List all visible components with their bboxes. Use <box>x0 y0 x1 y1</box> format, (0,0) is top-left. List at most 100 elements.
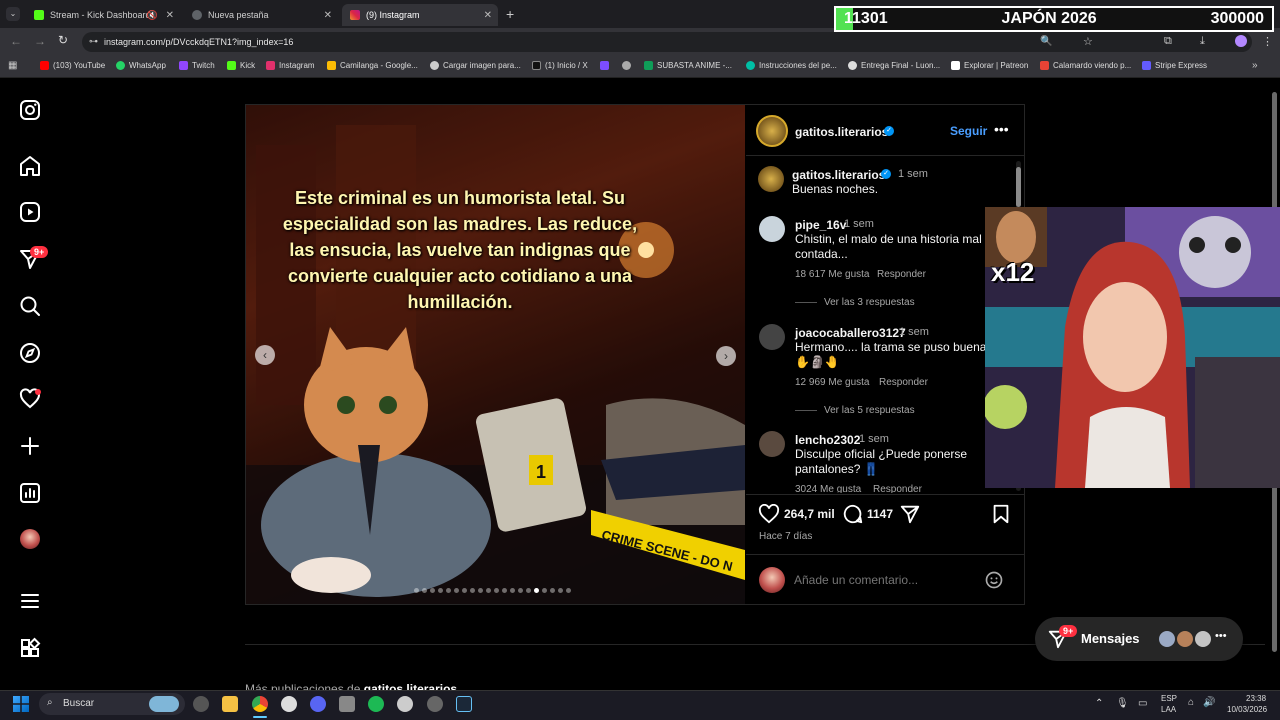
comment-username[interactable]: pipe_16v <box>795 218 846 232</box>
next-image-button[interactable]: › <box>716 346 736 366</box>
bookmark-upload-image[interactable]: Cargar imagen para... <box>430 61 521 70</box>
clock-time[interactable]: 23:38 <box>1246 694 1266 703</box>
instagram-logo-icon[interactable] <box>18 98 42 122</box>
mute-icon[interactable]: 🔇 <box>147 10 158 21</box>
input-language[interactable]: ESP <box>1161 694 1177 703</box>
apps-grid-icon[interactable]: ▦ <box>8 60 17 71</box>
bookmark-unnamed-globe[interactable] <box>622 61 631 70</box>
reply-button[interactable]: Responder <box>877 269 926 280</box>
comment-username[interactable]: joacocaballero3127 <box>795 326 906 340</box>
taskbar-app-icon[interactable] <box>339 696 355 712</box>
likes-count[interactable]: 264,7 mil <box>784 507 835 521</box>
tray-overflow-icon[interactable]: ⌃ <box>1095 698 1103 709</box>
bookmark-calamardo[interactable]: Calamardo viendo p... <box>1040 61 1131 70</box>
view-replies-button[interactable]: Ver las 5 respuestas <box>824 405 915 416</box>
reels-icon[interactable] <box>18 200 42 224</box>
author-comment-avatar[interactable] <box>758 166 784 192</box>
home-icon[interactable] <box>18 154 42 178</box>
bookmark-kick[interactable]: Kick <box>227 61 255 70</box>
monitor-icon[interactable]: ▭ <box>1138 698 1147 709</box>
comment-username[interactable]: lencho2302 <box>795 433 860 447</box>
author-username[interactable]: gatitos.literarios <box>795 125 888 139</box>
post-image[interactable]: 1 CRIME SCENE - DO N <box>246 105 745 604</box>
more-posts-username[interactable]: gatitos.literarios <box>364 682 457 690</box>
site-info-icon[interactable]: ⊶ <box>89 36 98 47</box>
close-tab-icon[interactable]: ✕ <box>324 10 332 21</box>
bookmark-entrega-final[interactable]: Entrega Final - Luon... <box>848 61 940 70</box>
comment-likes[interactable]: 18 617 Me gusta <box>795 269 870 280</box>
commenter-avatar[interactable] <box>759 324 785 350</box>
dashboard-icon[interactable] <box>18 481 42 505</box>
comment-bubble-icon[interactable] <box>842 503 864 525</box>
spotify-icon[interactable] <box>368 696 384 712</box>
view-replies-button[interactable]: Ver las 3 respuestas <box>824 297 915 308</box>
bookmark-patreon[interactable]: Explorar | Patreon <box>951 61 1028 70</box>
volume-icon[interactable]: 🔊 <box>1203 697 1215 708</box>
add-comment-input[interactable] <box>794 571 974 589</box>
search-icon[interactable] <box>18 294 42 318</box>
chrome-icon[interactable] <box>252 696 268 712</box>
comment-likes[interactable]: 3024 Me gusta <box>795 484 861 493</box>
copilot-icon[interactable] <box>193 696 209 712</box>
zoom-icon[interactable]: 🔍 <box>1040 36 1052 47</box>
microphone-icon[interactable]: 🎙 <box>1116 698 1129 709</box>
network-icon[interactable]: ⌂ <box>1188 697 1194 708</box>
tab-kick-dashboard[interactable]: Stream - Kick Dashboard 🔇 ✕ <box>26 4 180 26</box>
reply-button[interactable]: Responder <box>873 484 922 493</box>
bookmark-youtube[interactable]: (103) YouTube <box>40 61 105 70</box>
explore-compass-icon[interactable] <box>18 341 42 365</box>
bookmark-twitch[interactable]: Twitch <box>179 61 215 70</box>
bookmark-stripe[interactable]: Stripe Express <box>1142 61 1207 70</box>
notifications-heart-icon[interactable] <box>18 387 42 411</box>
bookmark-instagram[interactable]: Instagram <box>266 61 315 70</box>
file-explorer-icon[interactable] <box>222 696 238 712</box>
taskbar-search[interactable]: ⌕ Buscar <box>39 693 185 715</box>
reload-icon[interactable]: ↻ <box>58 33 68 47</box>
save-bookmark-icon[interactable] <box>990 503 1012 525</box>
share-icon[interactable] <box>899 503 921 525</box>
bookmark-unnamed-purple[interactable] <box>600 61 609 70</box>
bookmark-google-drive[interactable]: Camilanga - Google... <box>327 61 418 70</box>
author-avatar[interactable] <box>756 115 788 147</box>
tab-new-tab[interactable]: Nueva pestaña ✕ <box>184 4 338 26</box>
tab-instagram[interactable]: (9) Instagram ✕ <box>342 4 498 26</box>
also-from-meta-icon[interactable] <box>18 636 42 660</box>
commenter-avatar[interactable] <box>759 216 785 242</box>
new-tab-button[interactable]: + <box>506 6 514 22</box>
bookmark-whatsapp[interactable]: WhatsApp <box>116 61 166 70</box>
close-tab-icon[interactable]: ✕ <box>484 10 492 21</box>
commenter-avatar[interactable] <box>759 431 785 457</box>
messages-button[interactable]: 9+ Mensajes ••• <box>1035 617 1243 661</box>
create-plus-icon[interactable] <box>18 434 42 458</box>
more-menu-icon[interactable] <box>18 589 42 613</box>
discord-icon[interactable] <box>310 696 326 712</box>
reply-button[interactable]: Responder <box>879 377 928 388</box>
extensions-icon[interactable]: ⧉ <box>1164 35 1172 48</box>
follow-button[interactable]: Seguir <box>950 124 987 138</box>
clock-date[interactable]: 10/03/2026 <box>1227 705 1267 714</box>
profile-avatar[interactable] <box>20 529 40 549</box>
taskbar-app-icon[interactable] <box>397 696 413 712</box>
tab-search-button[interactable]: ⌄ <box>6 7 20 21</box>
bookmark-instrucciones[interactable]: Instrucciones del pe... <box>746 61 837 70</box>
steam-icon[interactable] <box>456 696 472 712</box>
profile-avatar[interactable] <box>1235 35 1247 47</box>
emoji-picker-icon[interactable] <box>984 570 1004 590</box>
back-icon[interactable]: ← <box>10 34 22 48</box>
more-options-icon[interactable]: ••• <box>994 121 1009 137</box>
forward-icon[interactable]: → <box>34 34 46 48</box>
taskbar-app-icon[interactable] <box>427 696 443 712</box>
bookmark-x[interactable]: (1) Inicio / X <box>532 61 588 70</box>
bookmark-star-icon[interactable]: ☆ <box>1083 35 1093 48</box>
menu-kebab-icon[interactable]: ⋮ <box>1262 35 1273 48</box>
comments-count[interactable]: 1147 <box>867 507 893 521</box>
comment-likes[interactable]: 12 969 Me gusta <box>795 377 870 388</box>
like-heart-icon[interactable] <box>758 504 780 524</box>
close-tab-icon[interactable]: ✕ <box>166 10 174 21</box>
obs-icon[interactable] <box>281 696 297 712</box>
bookmark-subasta-anime[interactable]: SUBASTA ANIME -... <box>644 61 732 70</box>
more-bookmarks-icon[interactable]: » <box>1252 60 1258 71</box>
previous-image-button[interactable]: ‹ <box>255 345 275 365</box>
download-icon[interactable]: ⤓ <box>1200 35 1205 48</box>
url-text[interactable]: instagram.com/p/DVcckdqETN1?img_index=16 <box>104 37 293 47</box>
